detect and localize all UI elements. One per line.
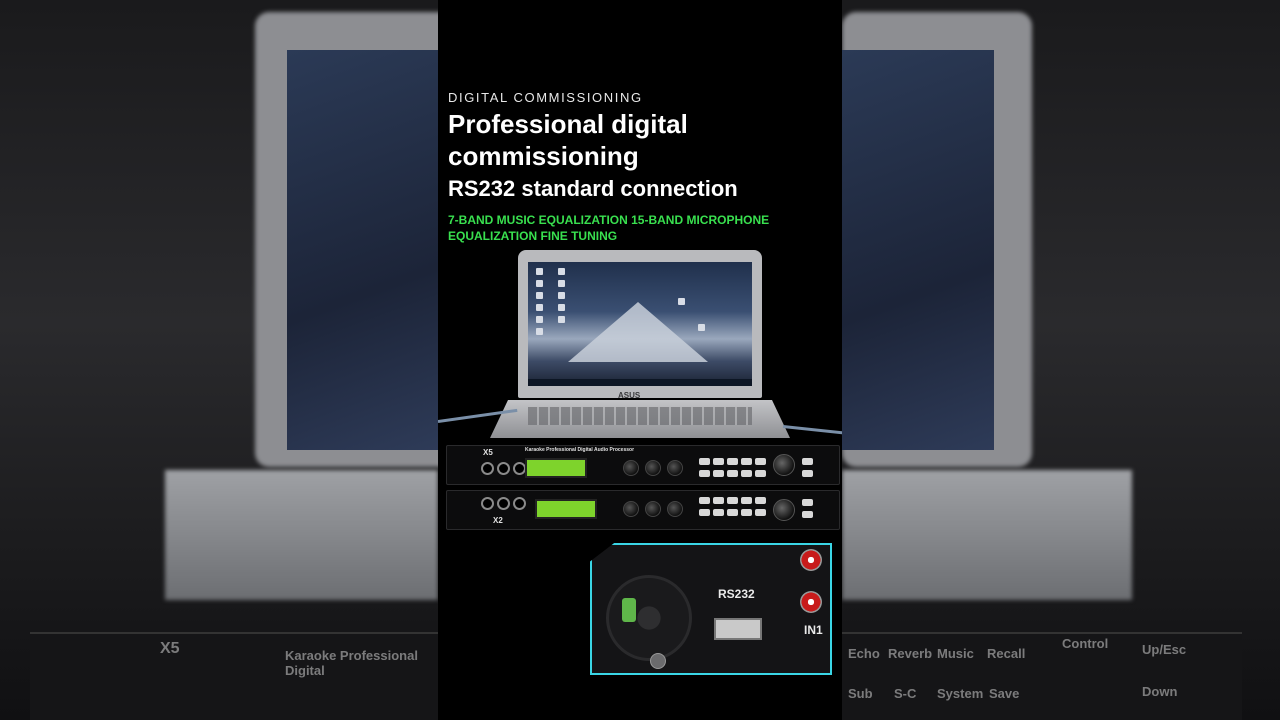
preset-button	[727, 497, 738, 504]
background-blur-right: Echo Reverb Music Recall Sub S-C System …	[842, 0, 1280, 720]
unit-model-label: X2	[493, 516, 503, 525]
music-knob	[667, 501, 683, 517]
mic-jack	[513, 497, 526, 510]
mic-knob	[623, 460, 639, 476]
preset-button	[755, 497, 766, 504]
fan-label-sticker	[622, 598, 636, 622]
input-label: IN1	[804, 623, 823, 637]
control-knob	[773, 454, 795, 476]
unit-title-label: Karaoke Professional Digital Audio Proce…	[525, 447, 635, 453]
music-knob	[667, 460, 683, 476]
desktop-icon	[536, 304, 543, 311]
rs232-port	[714, 618, 762, 640]
preset-button	[713, 470, 724, 477]
lcd-display	[525, 458, 587, 478]
bg-down-label: Down	[1142, 684, 1178, 699]
wallpaper-mountain	[568, 302, 708, 362]
preset-button	[699, 509, 710, 516]
desktop-icon	[536, 280, 543, 287]
preset-button	[727, 458, 738, 465]
preset-button	[713, 497, 724, 504]
bg-laptop-screen-right	[842, 50, 994, 450]
desktop-icon	[558, 268, 565, 275]
bg-button-label: Recall	[987, 646, 1026, 661]
desktop-icon	[536, 328, 543, 335]
audio-processor-x5: X5 Karaoke Professional Digital Audio Pr…	[446, 445, 840, 485]
bg-laptop-base-right	[842, 470, 1132, 600]
lcd-display	[535, 499, 597, 519]
preset-button	[755, 458, 766, 465]
preset-button	[741, 509, 752, 516]
up-esc-button	[802, 499, 813, 506]
preset-button	[699, 458, 710, 465]
bg-button-label: Sub	[848, 686, 873, 701]
bg-button-label: Reverb	[888, 646, 933, 661]
laptop-keyboard	[528, 407, 752, 425]
mic-jack	[481, 497, 494, 510]
preset-button	[741, 497, 752, 504]
cooling-fan	[606, 575, 692, 661]
bg-laptop-base	[165, 470, 438, 600]
effect-knob	[645, 501, 661, 517]
desktop-icon	[536, 316, 543, 323]
rear-panel-zoom-inset: RS232 IN1	[590, 543, 832, 675]
bg-button-label: Save	[989, 686, 1020, 701]
main-video-panel: DIGITAL COMMISSIONING Professional digit…	[438, 0, 842, 720]
desktop-icon	[558, 316, 565, 323]
rca-jack	[800, 591, 822, 613]
bg-button-label: Music	[937, 646, 974, 661]
bg-laptop-screen	[287, 50, 438, 450]
down-button	[802, 511, 813, 518]
unit-model-label: X5	[483, 448, 493, 457]
rs232-port-label: RS232	[718, 587, 755, 601]
bg-button-label: S-C	[894, 686, 917, 701]
preset-button	[727, 470, 738, 477]
preset-button	[713, 458, 724, 465]
effect-knob	[645, 460, 661, 476]
desktop-icon	[678, 298, 685, 305]
mic-jack	[497, 497, 510, 510]
subheadline: RS232 standard connection	[448, 176, 738, 201]
taskbar	[528, 379, 752, 386]
section-kicker: DIGITAL COMMISSIONING	[448, 90, 643, 105]
bg-button-label: Echo	[848, 646, 880, 661]
usb-cable	[782, 425, 842, 435]
desktop-icon	[558, 292, 565, 299]
control-knob	[773, 499, 795, 521]
preset-button	[741, 458, 752, 465]
laptop-brand-logo: ASUS	[618, 391, 641, 400]
panel-screw	[650, 653, 666, 669]
bg-model-label: X5	[160, 640, 180, 657]
bg-up-esc-label: Up/Esc	[1142, 642, 1187, 657]
desktop-icon	[558, 304, 565, 311]
preset-button	[699, 470, 710, 477]
feature-line: 7-BAND MUSIC EQUALIZATION 15-BAND MICROP…	[448, 213, 770, 243]
desktop-icon	[536, 292, 543, 299]
desktop-icon	[536, 268, 543, 275]
desktop-icon	[698, 324, 705, 331]
mic-jack	[481, 462, 494, 475]
mic-knob	[623, 501, 639, 517]
bg-title-label: Karaoke Professional Digital	[285, 648, 418, 678]
preset-button	[755, 470, 766, 477]
down-button	[802, 470, 813, 477]
preset-button	[699, 497, 710, 504]
preset-button	[713, 509, 724, 516]
mic-jack	[497, 462, 510, 475]
preset-button	[741, 470, 752, 477]
desktop-icon	[558, 280, 565, 287]
bg-button-label: System	[937, 686, 984, 701]
headline: Professional digital commissioning	[448, 109, 688, 171]
laptop-screen	[528, 262, 752, 386]
bg-control-label: Control	[1062, 636, 1109, 651]
background-blur-left: X5 Karaoke Professional Digital	[0, 0, 438, 720]
audio-processor-x2: X2	[446, 490, 840, 530]
up-esc-button	[802, 458, 813, 465]
rca-jack	[800, 549, 822, 571]
preset-button	[755, 509, 766, 516]
preset-button	[727, 509, 738, 516]
